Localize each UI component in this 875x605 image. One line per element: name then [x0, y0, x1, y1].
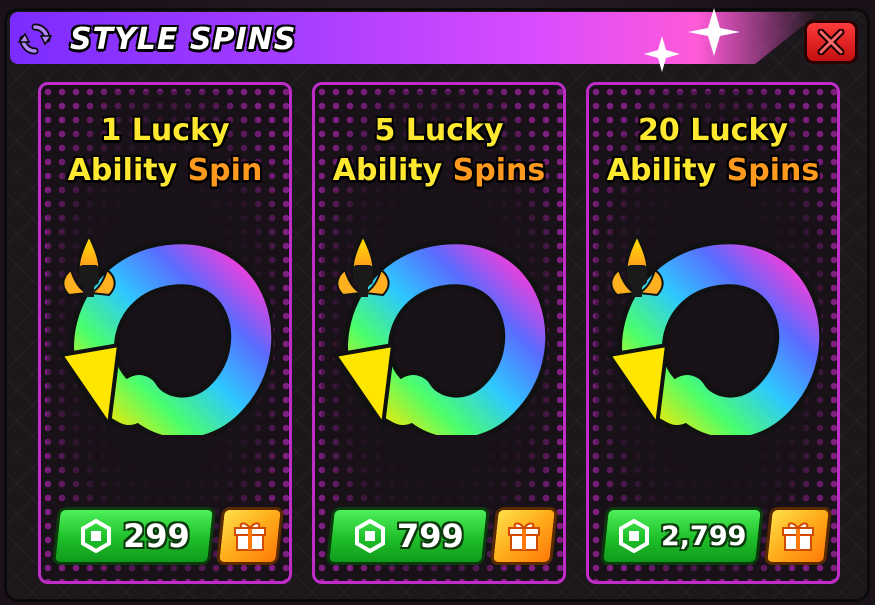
product-title-line2b: Spin [187, 153, 263, 188]
product-title-line2a: Ability [606, 153, 727, 188]
product-title: 20 Lucky Ability Spins [589, 111, 837, 191]
product-title-line2b: Spins [452, 153, 546, 188]
refresh-icon [16, 20, 54, 58]
product-title-line2a: Ability [332, 153, 453, 188]
gift-icon [508, 522, 540, 551]
close-icon [817, 29, 845, 55]
buy-button[interactable]: 299 [51, 507, 217, 565]
spin-art-icon [607, 235, 821, 435]
buy-button[interactable]: 799 [325, 507, 491, 565]
product-title: 5 Lucky Ability Spins [315, 111, 563, 191]
product-title-line2a: Ability [67, 153, 188, 188]
product-card-2[interactable]: 5 Lucky Ability Spins 799 [312, 82, 566, 584]
gift-button[interactable] [215, 507, 285, 565]
price-label: 799 [396, 517, 464, 555]
price-label: 299 [122, 517, 190, 555]
robux-icon [354, 519, 385, 553]
robux-icon [80, 519, 111, 553]
product-card-1[interactable]: 1 Lucky Ability Spin 299 [38, 82, 292, 584]
close-button[interactable] [804, 20, 858, 64]
product-title-line1: 20 Lucky [638, 113, 788, 148]
gift-button[interactable] [763, 507, 833, 565]
robux-icon [619, 519, 650, 553]
gift-button[interactable] [489, 507, 559, 565]
product-title-line1: 5 Lucky [374, 113, 504, 148]
spin-art-icon [59, 235, 273, 435]
spin-art-icon [333, 235, 547, 435]
product-title-line2b: Spins [726, 153, 820, 188]
product-title: 1 Lucky Ability Spin [41, 111, 289, 191]
product-title-line1: 1 Lucky [100, 113, 230, 148]
page-title: STYLE SPINS [70, 22, 297, 57]
gift-icon [782, 522, 814, 551]
gift-icon [234, 522, 266, 551]
sparkle-icon [644, 8, 740, 72]
price-label: 2,799 [661, 520, 747, 552]
buy-button[interactable]: 2,799 [599, 507, 765, 565]
product-card-3[interactable]: 20 Lucky Ability Spins 2,799 [586, 82, 840, 584]
